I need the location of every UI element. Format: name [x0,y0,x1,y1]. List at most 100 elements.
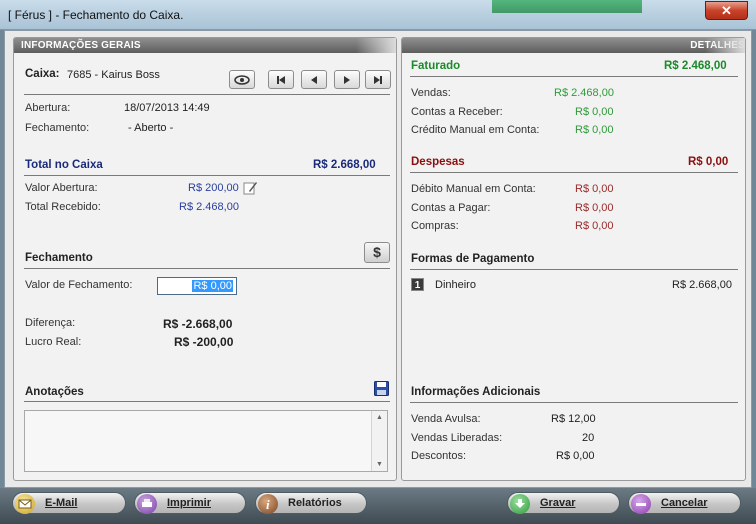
debito-label: Débito Manual em Conta: [411,183,536,195]
contas-receber-label: Contas a Receber: [411,106,503,118]
caixa-value: 7685 - Kairus Boss [67,69,160,81]
contas-pagar-label: Contas a Pagar: [411,202,491,214]
info-icon: i [258,494,278,514]
close-button[interactable]: ✕ [705,1,748,20]
anotacoes-label: Anotações [25,386,84,398]
total-caixa-label: Total no Caixa [25,159,103,171]
divider [24,94,390,95]
cancel-label: Cancelar [661,497,708,509]
title-bar: [ Férus ] - Fechamento do Caixa. ✕ [0,0,756,30]
bottom-toolbar: E-Mail Imprimir i Relatórios Gravar Canc… [0,488,756,524]
svg-text:i: i [266,497,270,512]
caixa-label: Caixa: [25,68,60,80]
save-label: Gravar [540,497,576,509]
details-header: DETALHES [402,38,745,53]
lucro-label: Lucro Real: [25,336,82,348]
contas-receber-value: R$ 0,00 [575,106,614,118]
print-label: Imprimir [167,497,212,509]
divider [410,269,738,270]
info-adicionais-label: Informações Adicionais [411,386,541,398]
scroll-up-icon[interactable]: ▲ [376,414,383,421]
divider [410,402,738,403]
valor-fechamento-input[interactable]: R$ 0,00 [157,277,237,295]
valor-abertura-label: Valor Abertura: [25,182,98,194]
faturado-value: R$ 2.468,00 [664,60,727,72]
payment-method-name: Dinheiro [435,279,476,291]
payment-method-value: R$ 2.668,00 [672,279,732,291]
credito-value: R$ 0,00 [575,124,614,136]
venda-avulsa-value: R$ 12,00 [551,413,596,425]
divider [410,172,738,173]
total-recebido-label: Total Recebido: [25,201,101,213]
window-title: [ Férus ] - Fechamento do Caixa. [8,8,184,22]
dollar-button[interactable]: $ [364,242,390,263]
descontos-label: Descontos: [411,450,467,462]
valor-abertura-value: R$ 200,00 [188,182,239,194]
divider [24,268,390,269]
email-icon [15,494,35,514]
next-record-button[interactable] [334,70,360,89]
credito-label: Crédito Manual em Conta: [411,124,540,136]
last-icon [374,75,382,84]
vendas-liberadas-label: Vendas Liberadas: [411,432,503,444]
compras-value: R$ 0,00 [575,220,614,232]
email-label: E-Mail [45,497,78,509]
divider [24,175,390,176]
fechamento-date-value: - Aberto - [128,122,174,134]
abertura-label: Abertura: [25,102,71,114]
client-area: INFORMAÇÕES GERAIS Caixa: 7685 - Kairus … [4,30,752,488]
general-info-header: INFORMAÇÕES GERAIS [14,38,396,53]
formas-pagamento-label: Formas de Pagamento [411,253,535,265]
vendas-value: R$ 2.468,00 [554,87,614,99]
descontos-value: R$ 0,00 [556,450,595,462]
list-item[interactable]: 1 Dinheiro R$ 2.668,00 [410,276,738,292]
notes-textarea[interactable]: ▲ ▼ [24,410,388,472]
general-info-panel: INFORMAÇÕES GERAIS Caixa: 7685 - Kairus … [13,37,397,481]
contas-pagar-value: R$ 0,00 [575,202,614,214]
last-record-button[interactable] [365,70,391,89]
print-button[interactable]: Imprimir [134,492,246,514]
total-caixa-value: R$ 2.668,00 [313,159,376,171]
cancel-button[interactable]: Cancelar [628,492,741,514]
divider [410,76,738,77]
details-panel: DETALHES Faturado R$ 2.468,00 Vendas: R$… [401,37,746,481]
printer-icon [137,494,157,514]
save-icon [510,494,530,514]
email-button[interactable]: E-Mail [12,492,126,514]
despesas-value: R$ 0,00 [688,156,729,168]
despesas-label: Despesas [411,156,465,168]
first-icon [277,75,285,84]
divider [24,401,390,402]
fechamento-date-label: Fechamento: [25,122,90,134]
debito-value: R$ 0,00 [575,183,614,195]
vendas-label: Vendas: [411,87,451,99]
payment-index-badge: 1 [411,278,424,291]
valor-fechamento-text: R$ 0,00 [192,280,233,292]
previous-icon [311,75,317,84]
scroll-down-icon[interactable]: ▼ [376,461,383,468]
reports-label: Relatórios [288,497,342,509]
save-button[interactable]: Gravar [507,492,620,514]
title-accent-bar [492,0,642,13]
fechamento-section-label: Fechamento [25,252,93,264]
notes-scrollbar[interactable]: ▲ ▼ [371,411,387,471]
compras-label: Compras: [411,220,459,232]
lucro-value: R$ -200,00 [174,335,234,349]
save-notes-icon[interactable] [374,381,389,396]
venda-avulsa-label: Venda Avulsa: [411,413,481,425]
total-recebido-value: R$ 2.468,00 [179,201,239,213]
edit-icon[interactable] [243,180,257,195]
previous-record-button[interactable] [301,70,327,89]
first-record-button[interactable] [268,70,294,89]
reports-button[interactable]: i Relatórios [255,492,367,514]
valor-fechamento-label: Valor de Fechamento: [25,279,133,291]
view-button[interactable] [229,70,255,89]
vendas-liberadas-value: 20 [582,432,595,444]
abertura-value: 18/07/2013 14:49 [124,102,210,114]
next-icon [344,75,350,84]
eye-icon [234,74,250,85]
minus-icon [631,494,651,514]
diferenca-value: R$ -2.668,00 [163,317,233,331]
faturado-label: Faturado [411,60,461,72]
diferenca-label: Diferença: [25,317,76,329]
